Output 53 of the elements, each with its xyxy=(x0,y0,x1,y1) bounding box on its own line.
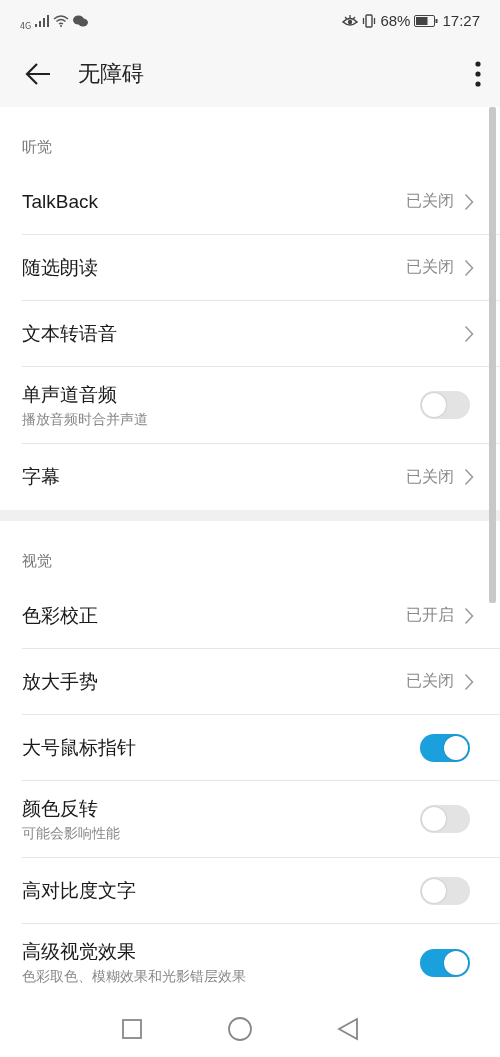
eye-icon xyxy=(342,14,359,27)
vibrate-icon xyxy=(362,13,377,28)
recent-apps-button[interactable] xyxy=(121,1018,143,1041)
back-nav-button[interactable] xyxy=(337,1017,359,1042)
more-icon xyxy=(474,60,482,89)
section-header: 听觉 xyxy=(22,137,53,159)
chevron-icon xyxy=(464,258,474,277)
battery-icon xyxy=(414,14,439,27)
settings-row[interactable]: 字幕 已关闭 xyxy=(22,444,500,511)
setting-label: 高级视觉效果 xyxy=(22,940,137,965)
chat-icon xyxy=(73,14,89,27)
settings-row[interactable]: 大号鼠标指针 xyxy=(22,715,500,782)
back-arrow-icon xyxy=(24,62,52,87)
chevron-icon xyxy=(464,672,474,691)
section-header: 视觉 xyxy=(22,551,53,573)
toggle-switch[interactable] xyxy=(420,391,470,420)
setting-value: 已关闭 xyxy=(406,257,454,279)
clock: 17:27 xyxy=(442,12,480,29)
setting-label: 高对比度文字 xyxy=(22,878,137,903)
setting-description: 播放音频时合并声道 xyxy=(22,410,149,429)
settings-row[interactable]: 颜色反转 可能会影响性能 xyxy=(22,781,500,859)
setting-label: 色彩校正 xyxy=(22,603,99,628)
setting-label: 随选朗读 xyxy=(22,255,99,280)
settings-row[interactable]: 放大手势 已关闭 xyxy=(22,649,500,716)
chevron-icon xyxy=(464,192,474,211)
setting-value: 已关闭 xyxy=(406,671,454,693)
setting-label: 文本转语音 xyxy=(22,321,118,346)
toggle-switch[interactable] xyxy=(420,733,470,762)
setting-label: 放大手势 xyxy=(22,669,99,694)
chevron-icon xyxy=(464,324,474,343)
setting-value: 已开启 xyxy=(406,605,454,627)
wifi-icon xyxy=(53,14,70,27)
signal-icon xyxy=(35,14,50,27)
toggle-switch[interactable] xyxy=(420,805,470,834)
setting-value: 已关闭 xyxy=(406,191,454,213)
setting-description: 可能会影响性能 xyxy=(22,824,121,843)
toggle-switch[interactable] xyxy=(420,876,470,905)
setting-label: 颜色反转 xyxy=(22,796,99,821)
chevron-icon xyxy=(464,468,474,487)
chevron-icon xyxy=(464,606,474,625)
battery-percent: 68% xyxy=(380,12,411,29)
network-type: 4G xyxy=(20,22,32,31)
settings-row[interactable]: 高对比度文字 xyxy=(22,858,500,925)
setting-label: 大号鼠标指针 xyxy=(22,735,137,760)
setting-label: 字幕 xyxy=(22,465,61,490)
setting-label: 单声道音频 xyxy=(22,382,118,407)
toggle-switch[interactable] xyxy=(420,948,470,977)
page-title: 无障碍 xyxy=(78,60,145,89)
setting-description: 色彩取色、模糊效果和光影错层效果 xyxy=(22,968,247,987)
setting-label: TalkBack xyxy=(22,190,100,213)
home-button[interactable] xyxy=(227,1016,253,1043)
settings-row[interactable]: 高级视觉效果 色彩取色、模糊效果和光影错层效果 xyxy=(22,924,500,1002)
setting-value: 已关闭 xyxy=(406,466,454,488)
